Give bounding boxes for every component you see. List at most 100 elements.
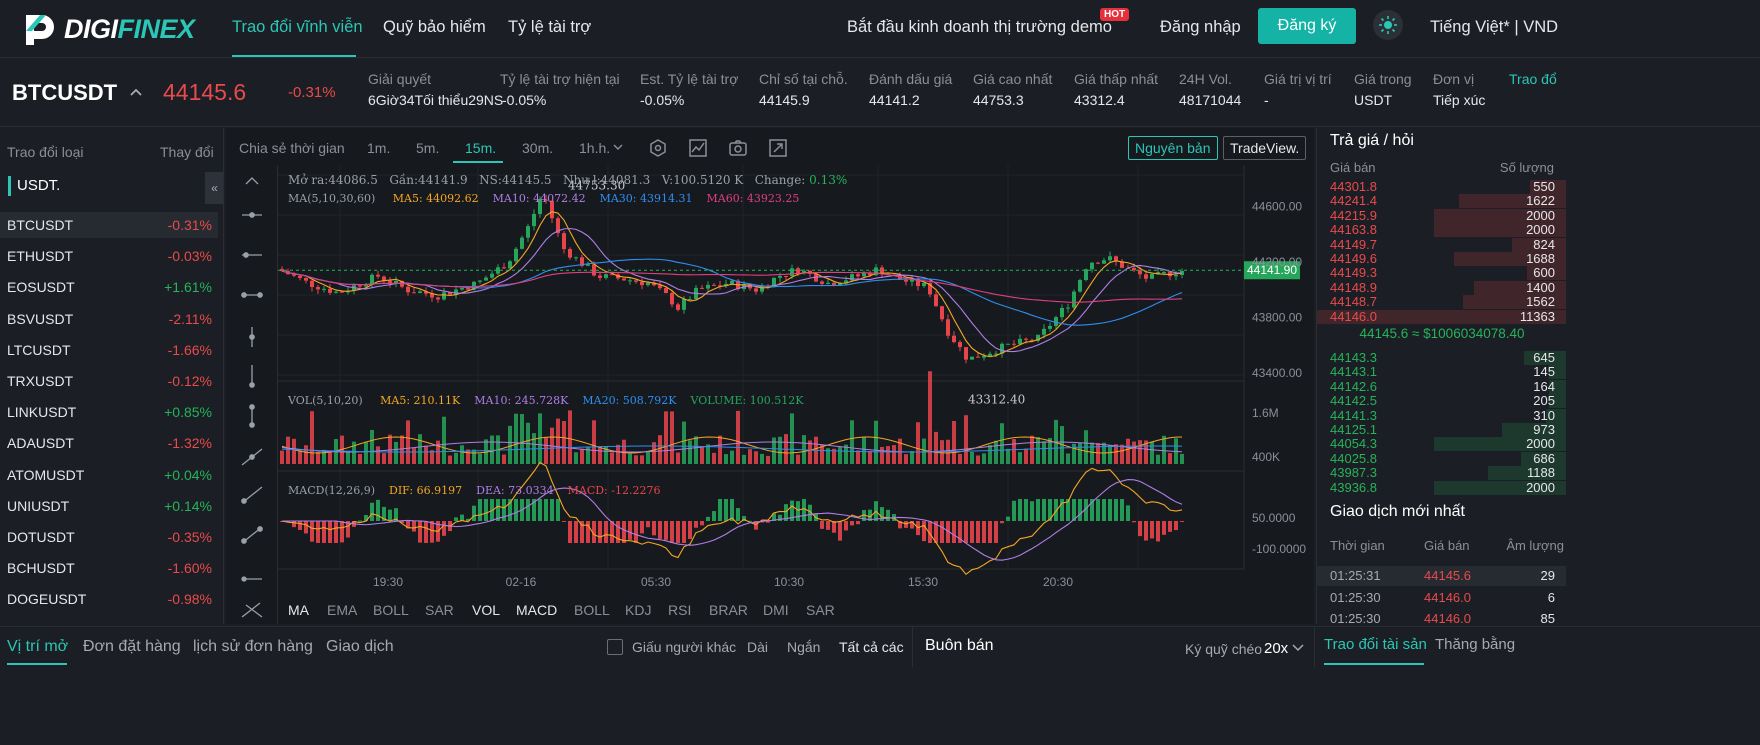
exchange-link[interactable]: Trao đổ [1509, 71, 1557, 87]
tab-assets-underline [1324, 663, 1424, 665]
ind-vol[interactable]: VOL [472, 602, 500, 618]
margin-mode[interactable]: Ký quỹ chéo [1185, 641, 1262, 657]
volume-bar [424, 445, 428, 464]
ind-ema[interactable]: EMA [327, 602, 357, 618]
register-button[interactable]: Đăng ký [1258, 8, 1356, 44]
bid-row[interactable]: 43936.8 2000 [1317, 480, 1566, 495]
ind-sar-sub[interactable]: SAR [806, 602, 835, 618]
bid-row[interactable]: 44125.1 973 [1317, 423, 1566, 437]
ind-brar[interactable]: BRAR [709, 602, 748, 618]
kline-chart[interactable]: 44141.9044753.3043312.4044600.0044200.00… [278, 165, 1314, 601]
original-view-button[interactable]: Nguyên bản [1128, 136, 1218, 160]
ask-row[interactable]: 44149.6 1688 [1317, 252, 1566, 266]
collapse-panel-button[interactable]: « [205, 172, 223, 204]
market-row[interactable]: BSVUSDT -2.11% [0, 306, 218, 332]
volume-bar [598, 447, 602, 464]
bid-row[interactable]: 44143.1 145 [1317, 365, 1566, 380]
ask-row[interactable]: 44301.8 550 [1317, 180, 1566, 194]
ask-row[interactable]: 44146.0 11363 [1317, 309, 1566, 324]
nav-perpetual[interactable]: Trao đổi vĩnh viễn [232, 18, 363, 37]
ind-macd[interactable]: MACD [516, 602, 557, 618]
market-row[interactable]: LTCUSDT -1.66% [0, 337, 218, 363]
usdt-tab[interactable]: USDT. [8, 176, 60, 196]
login-link[interactable]: Đăng nhập [1160, 18, 1241, 37]
chevron-up-icon[interactable] [130, 87, 142, 97]
tab-orders[interactable]: Đơn đặt hàng [83, 638, 181, 656]
camera-icon[interactable] [728, 138, 748, 158]
ask-row[interactable]: 44241.4 1622 [1317, 194, 1566, 209]
chart-type-icon[interactable] [688, 138, 708, 158]
tab-open-positions[interactable]: Vị trí mở [7, 638, 68, 656]
bid-row[interactable]: 44141.3 310 [1317, 408, 1566, 423]
tf-time-share[interactable]: Chia sẻ thời gian [239, 140, 345, 156]
nav-insurance-fund[interactable]: Quỹ bảo hiểm [383, 18, 486, 37]
market-row[interactable]: ETHUSDT -0.03% [0, 243, 218, 269]
tf-15m[interactable]: 15m. [465, 140, 496, 156]
drawing-tools-icons[interactable] [226, 165, 278, 624]
market-row[interactable]: TRXUSDT -0.12% [0, 368, 218, 394]
market-row[interactable]: ATOMUSDT +0.04% [0, 462, 218, 488]
bid-row[interactable]: 44142.6 164 [1317, 379, 1566, 394]
indicator-settings-icon[interactable] [648, 138, 668, 158]
macd-bar [940, 521, 944, 543]
ob-qty: 1562 [1526, 294, 1555, 310]
theme-toggle[interactable] [1373, 10, 1403, 40]
filter-short[interactable]: Ngắn [787, 639, 820, 655]
chevron-down-icon[interactable] [1292, 644, 1304, 652]
drawing-toolbar [226, 165, 278, 624]
market-row[interactable]: LINKUSDT +0.85% [0, 399, 218, 425]
macd-bar [1156, 521, 1160, 542]
filter-long[interactable]: Dài [747, 639, 768, 655]
ask-row[interactable]: 44149.3 600 [1317, 266, 1566, 281]
market-row[interactable]: ADAUSDT -1.32% [0, 430, 218, 456]
ask-row[interactable]: 44148.9 1400 [1317, 280, 1566, 295]
volume-bar [1006, 448, 1010, 464]
bid-row[interactable]: 44054.3 2000 [1317, 436, 1566, 452]
tradeview-button[interactable]: TradeView. [1223, 136, 1307, 160]
market-row[interactable]: BTCUSDT -0.31% [0, 212, 218, 238]
ind-boll[interactable]: BOLL [373, 602, 409, 618]
ind-kdj[interactable]: KDJ [625, 602, 651, 618]
hide-others-checkbox[interactable] [607, 639, 623, 655]
market-row[interactable]: DOTUSDT -0.35% [0, 524, 218, 550]
tab-order-history[interactable]: lịch sử đơn hàng [193, 638, 313, 656]
market-row[interactable]: BCHUSDT -1.60% [0, 555, 218, 581]
language-currency-selector[interactable]: Tiếng Việt* | VND [1430, 18, 1558, 37]
tf-1h[interactable]: 1h.h. [579, 140, 610, 156]
tab-balance[interactable]: Thăng bằng [1435, 636, 1515, 653]
market-row[interactable]: EOSUSDT +1.61% [0, 274, 218, 300]
ind-ma[interactable]: MA [288, 602, 309, 618]
tab-assets[interactable]: Trao đổi tài sản [1324, 636, 1427, 653]
volume-bar [796, 454, 800, 464]
bid-row[interactable]: 44143.3 645 [1317, 351, 1566, 365]
candle-body [490, 273, 494, 278]
macd-bar [628, 521, 632, 540]
filter-all[interactable]: Tất cả các [839, 639, 904, 655]
tf-30m[interactable]: 30m. [522, 140, 553, 156]
tab-trades[interactable]: Giao dịch [326, 638, 394, 656]
ind-rsi[interactable]: RSI [668, 602, 691, 618]
ask-row[interactable]: 44149.7 824 [1317, 237, 1566, 252]
fullscreen-icon[interactable] [768, 138, 788, 158]
bid-row[interactable]: 44025.8 686 [1317, 451, 1566, 466]
ob-price: 44054.3 [1330, 436, 1377, 452]
ask-row[interactable]: 44215.9 2000 [1317, 208, 1566, 223]
high-value: NS:44145.5 [479, 173, 552, 187]
ind-sar[interactable]: SAR [425, 602, 454, 618]
market-row[interactable]: DOGEUSDT -0.98% [0, 586, 218, 612]
nav-demo-trading[interactable]: Bắt đầu kinh doanh thị trường demo [847, 18, 1112, 37]
bid-row[interactable]: 43987.3 1188 [1317, 466, 1566, 481]
ind-boll-sub[interactable]: BOLL [574, 602, 610, 618]
ask-row[interactable]: 44163.8 2000 [1317, 223, 1566, 238]
nav-funding-rate[interactable]: Tỷ lệ tài trợ [508, 18, 591, 37]
leverage-value[interactable]: 20x [1264, 640, 1288, 657]
tf-5m[interactable]: 5m. [416, 140, 439, 156]
market-row[interactable]: UNIUSDT +0.14% [0, 493, 218, 519]
logo[interactable]: DIGIFINEX [22, 10, 195, 48]
ind-dmi[interactable]: DMI [763, 602, 789, 618]
chevron-down-icon[interactable] [613, 143, 623, 151]
ask-row[interactable]: 44148.7 1562 [1317, 294, 1566, 310]
tf-1m[interactable]: 1m. [367, 140, 390, 156]
bid-row[interactable]: 44142.5 205 [1317, 394, 1566, 409]
symbol-title[interactable]: BTCUSDT [12, 80, 117, 106]
